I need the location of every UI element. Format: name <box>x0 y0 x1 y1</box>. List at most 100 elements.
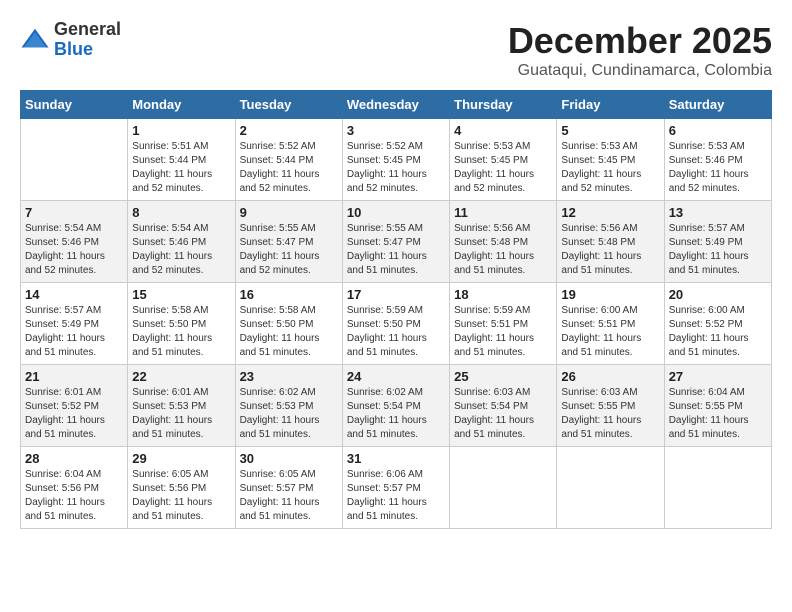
sunset-text: Sunset: 5:57 PM <box>240 482 338 496</box>
daylight-text: Daylight: 11 hours and 51 minutes. <box>347 250 445 278</box>
day-number: 28 <box>25 451 123 466</box>
sunrise-text: Sunrise: 5:53 AM <box>669 140 767 154</box>
sunrise-text: Sunrise: 6:03 AM <box>454 386 552 400</box>
sunrise-text: Sunrise: 5:53 AM <box>561 140 659 154</box>
sunset-text: Sunset: 5:44 PM <box>132 154 230 168</box>
daylight-text: Daylight: 11 hours and 52 minutes. <box>240 168 338 196</box>
calendar-cell: 31 Sunrise: 6:06 AM Sunset: 5:57 PM Dayl… <box>342 447 449 529</box>
daylight-text: Daylight: 11 hours and 51 minutes. <box>561 250 659 278</box>
day-number: 14 <box>25 287 123 302</box>
calendar-cell <box>664 447 771 529</box>
calendar-cell: 28 Sunrise: 6:04 AM Sunset: 5:56 PM Dayl… <box>21 447 128 529</box>
day-number: 10 <box>347 205 445 220</box>
sunrise-text: Sunrise: 6:01 AM <box>132 386 230 400</box>
day-number: 20 <box>669 287 767 302</box>
calendar-cell: 2 Sunrise: 5:52 AM Sunset: 5:44 PM Dayli… <box>235 119 342 201</box>
day-info: Sunrise: 5:53 AM Sunset: 5:45 PM Dayligh… <box>454 140 552 196</box>
sunset-text: Sunset: 5:46 PM <box>25 236 123 250</box>
header-saturday: Saturday <box>664 91 771 119</box>
day-number: 19 <box>561 287 659 302</box>
day-number: 1 <box>132 123 230 138</box>
logo-general: General <box>54 20 121 40</box>
day-info: Sunrise: 6:03 AM Sunset: 5:55 PM Dayligh… <box>561 386 659 442</box>
sunset-text: Sunset: 5:45 PM <box>561 154 659 168</box>
header-monday: Monday <box>128 91 235 119</box>
calendar-week-row: 1 Sunrise: 5:51 AM Sunset: 5:44 PM Dayli… <box>21 119 772 201</box>
sunset-text: Sunset: 5:51 PM <box>561 318 659 332</box>
sunset-text: Sunset: 5:47 PM <box>240 236 338 250</box>
calendar-week-row: 21 Sunrise: 6:01 AM Sunset: 5:52 PM Dayl… <box>21 365 772 447</box>
sunset-text: Sunset: 5:49 PM <box>25 318 123 332</box>
sunset-text: Sunset: 5:48 PM <box>454 236 552 250</box>
sunrise-text: Sunrise: 5:59 AM <box>347 304 445 318</box>
calendar-cell: 12 Sunrise: 5:56 AM Sunset: 5:48 PM Dayl… <box>557 201 664 283</box>
calendar-cell: 6 Sunrise: 5:53 AM Sunset: 5:46 PM Dayli… <box>664 119 771 201</box>
sunset-text: Sunset: 5:46 PM <box>132 236 230 250</box>
calendar-cell <box>557 447 664 529</box>
daylight-text: Daylight: 11 hours and 51 minutes. <box>669 414 767 442</box>
sunset-text: Sunset: 5:56 PM <box>132 482 230 496</box>
daylight-text: Daylight: 11 hours and 51 minutes. <box>25 414 123 442</box>
sunrise-text: Sunrise: 5:51 AM <box>132 140 230 154</box>
calendar-body: 1 Sunrise: 5:51 AM Sunset: 5:44 PM Dayli… <box>21 119 772 529</box>
sunrise-text: Sunrise: 5:58 AM <box>240 304 338 318</box>
daylight-text: Daylight: 11 hours and 52 minutes. <box>132 168 230 196</box>
day-info: Sunrise: 6:04 AM Sunset: 5:56 PM Dayligh… <box>25 468 123 524</box>
day-info: Sunrise: 5:59 AM Sunset: 5:50 PM Dayligh… <box>347 304 445 360</box>
calendar-cell: 18 Sunrise: 5:59 AM Sunset: 5:51 PM Dayl… <box>450 283 557 365</box>
logo-icon <box>20 25 50 55</box>
day-number: 26 <box>561 369 659 384</box>
day-info: Sunrise: 6:00 AM Sunset: 5:51 PM Dayligh… <box>561 304 659 360</box>
sunrise-text: Sunrise: 6:00 AM <box>561 304 659 318</box>
daylight-text: Daylight: 11 hours and 52 minutes. <box>25 250 123 278</box>
sunset-text: Sunset: 5:46 PM <box>669 154 767 168</box>
calendar-cell: 7 Sunrise: 5:54 AM Sunset: 5:46 PM Dayli… <box>21 201 128 283</box>
calendar-cell: 27 Sunrise: 6:04 AM Sunset: 5:55 PM Dayl… <box>664 365 771 447</box>
day-info: Sunrise: 6:05 AM Sunset: 5:57 PM Dayligh… <box>240 468 338 524</box>
day-info: Sunrise: 5:57 AM Sunset: 5:49 PM Dayligh… <box>669 222 767 278</box>
day-info: Sunrise: 5:52 AM Sunset: 5:45 PM Dayligh… <box>347 140 445 196</box>
calendar-cell: 29 Sunrise: 6:05 AM Sunset: 5:56 PM Dayl… <box>128 447 235 529</box>
daylight-text: Daylight: 11 hours and 51 minutes. <box>347 496 445 524</box>
sunset-text: Sunset: 5:50 PM <box>347 318 445 332</box>
sunrise-text: Sunrise: 6:02 AM <box>347 386 445 400</box>
sunrise-text: Sunrise: 5:56 AM <box>561 222 659 236</box>
page-subtitle: Guataqui, Cundinamarca, Colombia <box>508 62 772 80</box>
day-info: Sunrise: 6:02 AM Sunset: 5:54 PM Dayligh… <box>347 386 445 442</box>
daylight-text: Daylight: 11 hours and 52 minutes. <box>561 168 659 196</box>
daylight-text: Daylight: 11 hours and 51 minutes. <box>240 332 338 360</box>
header-sunday: Sunday <box>21 91 128 119</box>
day-number: 7 <box>25 205 123 220</box>
calendar-cell: 8 Sunrise: 5:54 AM Sunset: 5:46 PM Dayli… <box>128 201 235 283</box>
sunset-text: Sunset: 5:50 PM <box>240 318 338 332</box>
weekday-header-row: Sunday Monday Tuesday Wednesday Thursday… <box>21 91 772 119</box>
daylight-text: Daylight: 11 hours and 51 minutes. <box>561 332 659 360</box>
sunrise-text: Sunrise: 6:06 AM <box>347 468 445 482</box>
header-thursday: Thursday <box>450 91 557 119</box>
day-number: 17 <box>347 287 445 302</box>
daylight-text: Daylight: 11 hours and 51 minutes. <box>25 332 123 360</box>
daylight-text: Daylight: 11 hours and 51 minutes. <box>561 414 659 442</box>
daylight-text: Daylight: 11 hours and 51 minutes. <box>454 250 552 278</box>
sunset-text: Sunset: 5:45 PM <box>347 154 445 168</box>
day-number: 6 <box>669 123 767 138</box>
daylight-text: Daylight: 11 hours and 52 minutes. <box>669 168 767 196</box>
day-info: Sunrise: 6:06 AM Sunset: 5:57 PM Dayligh… <box>347 468 445 524</box>
calendar-header: Sunday Monday Tuesday Wednesday Thursday… <box>21 91 772 119</box>
calendar-cell: 25 Sunrise: 6:03 AM Sunset: 5:54 PM Dayl… <box>450 365 557 447</box>
calendar-cell: 14 Sunrise: 5:57 AM Sunset: 5:49 PM Dayl… <box>21 283 128 365</box>
daylight-text: Daylight: 11 hours and 51 minutes. <box>454 332 552 360</box>
day-info: Sunrise: 5:58 AM Sunset: 5:50 PM Dayligh… <box>240 304 338 360</box>
sunrise-text: Sunrise: 6:02 AM <box>240 386 338 400</box>
calendar-cell: 10 Sunrise: 5:55 AM Sunset: 5:47 PM Dayl… <box>342 201 449 283</box>
calendar-cell: 4 Sunrise: 5:53 AM Sunset: 5:45 PM Dayli… <box>450 119 557 201</box>
sunset-text: Sunset: 5:53 PM <box>132 400 230 414</box>
sunset-text: Sunset: 5:47 PM <box>347 236 445 250</box>
calendar-cell: 11 Sunrise: 5:56 AM Sunset: 5:48 PM Dayl… <box>450 201 557 283</box>
calendar-cell: 16 Sunrise: 5:58 AM Sunset: 5:50 PM Dayl… <box>235 283 342 365</box>
day-info: Sunrise: 5:53 AM Sunset: 5:46 PM Dayligh… <box>669 140 767 196</box>
day-number: 24 <box>347 369 445 384</box>
sunrise-text: Sunrise: 6:01 AM <box>25 386 123 400</box>
daylight-text: Daylight: 11 hours and 52 minutes. <box>240 250 338 278</box>
day-number: 5 <box>561 123 659 138</box>
